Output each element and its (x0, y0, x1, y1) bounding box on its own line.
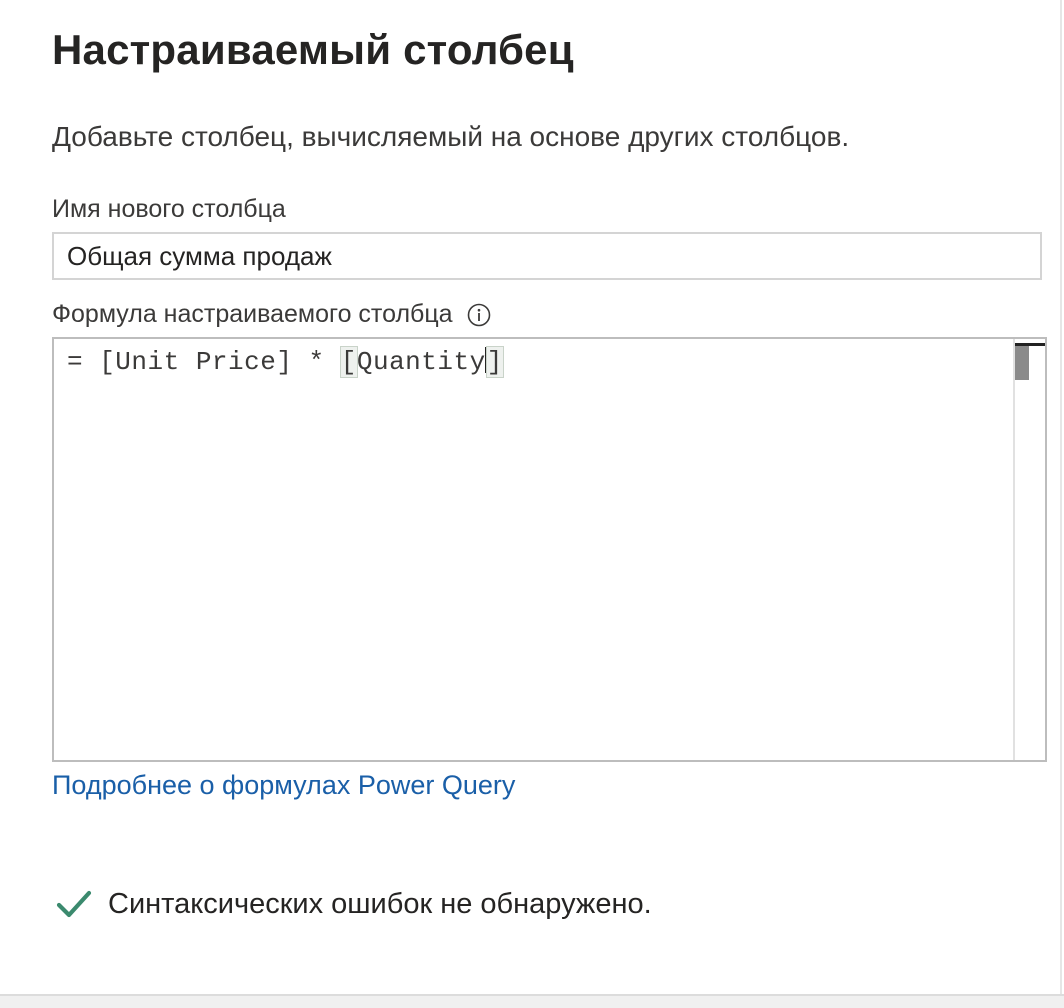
checkmark-icon (56, 886, 92, 922)
formula-scrollbar[interactable] (1013, 339, 1045, 760)
learn-more-link[interactable]: Подробнее о формулах Power Query (52, 770, 515, 801)
dialog-subtitle: Добавьте столбец, вычисляемый на основе … (52, 121, 850, 152)
formula-editor[interactable]: = [Unit Price] * [Quantity] (52, 337, 1047, 762)
window-edge-bottom (0, 994, 1064, 1008)
window-edge-right (1060, 0, 1062, 996)
formula-token: Quantity (356, 347, 486, 377)
dialog-title: Настраиваемый столбец (52, 26, 574, 73)
custom-column-dialog: Настраиваемый столбец Добавьте столбец, … (0, 0, 1064, 1008)
bracket-close-highlight: ] (485, 346, 504, 378)
formula-text[interactable]: = [Unit Price] * [Quantity] (67, 346, 504, 378)
scrollbar-thumb[interactable] (1015, 346, 1029, 380)
formula-label-row: Формула настраиваемого столбца (52, 300, 491, 329)
column-name-input[interactable] (52, 232, 1042, 280)
column-name-label: Имя нового столбца (52, 195, 286, 223)
formula-prefix: = [Unit Price] * (67, 347, 341, 377)
formula-label: Формула настраиваемого столбца (52, 300, 453, 328)
bracket-open-highlight: [ (339, 346, 358, 378)
info-icon[interactable] (467, 303, 491, 327)
syntax-status: Синтаксических ошибок не обнаружено. (56, 886, 652, 922)
syntax-status-text: Синтаксических ошибок не обнаружено. (108, 887, 652, 920)
